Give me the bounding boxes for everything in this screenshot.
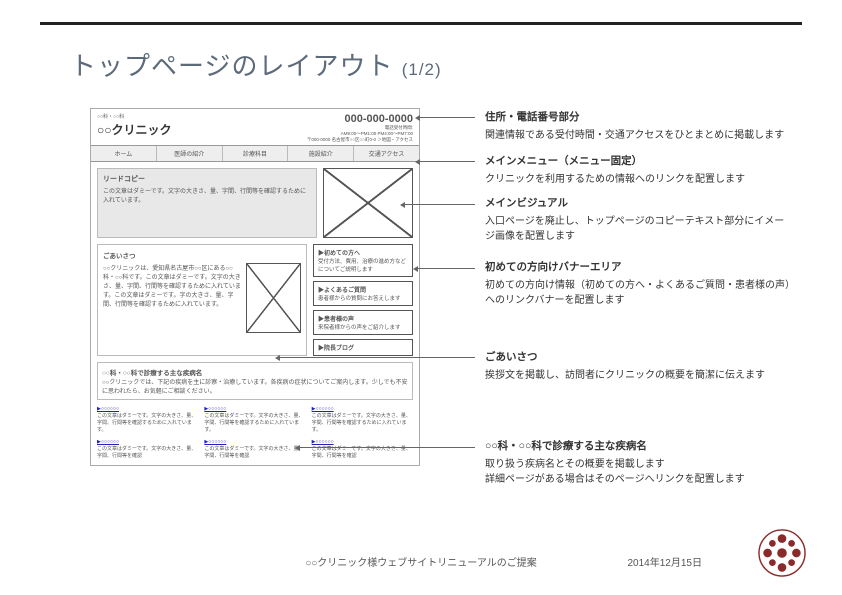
mock-greeting-image-placeholder <box>246 263 301 333</box>
annotation-title: メインメニュー（メニュー固定） <box>485 154 792 170</box>
mock-dept-tag: ○○科・○○科 <box>97 113 172 120</box>
mock-disease-columns-2: ▶○○○○○○この文章はダミーです。文字の大きさ、量、字間、行間等を確認 ▶○○… <box>97 439 413 459</box>
mock-side-blog[interactable]: ▶院長ブログ <box>313 339 413 356</box>
mock-lead-copy: リードコピー <box>103 174 311 184</box>
footer-credit: ○○クリニック様ウェブサイトリニューアルのご提案 <box>0 554 842 569</box>
annotation-block: 初めての方向けバナーエリア初めての方向け情報（初めての方へ・よくあるご質問・患者… <box>485 260 792 308</box>
callout-arrow-icon <box>418 268 475 269</box>
annotation-body: 関連情報である受付時間・交通アクセスをひとまとめに掲載します <box>485 128 792 143</box>
mock-col: ▶○○○○○○この文章はダミーです。文字の大きさ、量、字間、行間等を確認するため… <box>97 406 198 433</box>
mock-col: ▶○○○○○○この文章はダミーです。文字の大きさ、量、字間、行間等を確認 <box>97 439 198 459</box>
slide-title-main: トップページのレイアウト <box>70 51 393 81</box>
annotation-body: クリニックを利用するための情報へのリンクを配置します <box>485 172 792 187</box>
annotation-block: ○○科・○○科で診療する主な疾病名取り扱う疾病名とその概要を掲載します 詳細ペー… <box>485 439 792 487</box>
mock-col: ▶○○○○○○この文章はダミーです。文字の大きさ、量、字間、行間等を確認するため… <box>312 406 413 433</box>
mock-address: 〒000-0000 名古屋市○○区○○町0-0 ＞地図・アクセス <box>307 137 413 143</box>
annotation-title: ○○科・○○科で診療する主な疾病名 <box>485 439 792 455</box>
mock-treatments: ○○科・○○科で診療する主な疾病名 ○○クリニックでは、下記の疾病を主に診察・治… <box>97 362 413 400</box>
annotation-body: 挨拶文を掲載し、訪問者にクリニックの概要を簡潔に伝えます <box>485 368 792 383</box>
slide-title-sub: (1/2) <box>402 60 442 79</box>
callout-arrow-icon <box>405 204 475 205</box>
mock-treat-body: ○○クリニックでは、下記の疾病を主に診察・治療しています。各疾病の症状についてご… <box>102 377 408 395</box>
annotation-body: 初めての方向け情報（初めての方へ・よくあるご質問・患者様の声）へのリンクバナーを… <box>485 278 792 308</box>
mock-greeting: ごあいさつ ○○クリニックは、愛知県名古屋市○○区にある○○科・○○科です。この… <box>97 244 307 356</box>
mock-nav: ホーム 医師の紹介 診療科目 施設紹介 交通アクセス <box>91 145 419 162</box>
mock-nav-item[interactable]: 施設紹介 <box>288 146 354 161</box>
footer-date: 2014年12月15日 <box>628 554 703 569</box>
mock-disease-columns: ▶○○○○○○この文章はダミーです。文字の大きさ、量、字間、行間等を確認するため… <box>97 406 413 433</box>
annotation-block: メインメニュー（メニュー固定） クリニックを利用するための情報へのリンクを配置しま… <box>485 154 792 187</box>
annotation-body: 入口ページを廃止し、トップページのコピーテキスト部分にイメージ画像を配置します <box>485 214 792 244</box>
mock-hero: リードコピー この文章はダミーです。文字の大きさ、量、字間、行間等を確認するため… <box>97 168 413 238</box>
website-wireframe: ○○科・○○科 ○○クリニック 000-000-0000 電話受付時間: AM9… <box>90 108 420 466</box>
callout-arrow-icon <box>280 357 475 358</box>
annotation-title: 住所・電話番号部分 <box>485 110 792 126</box>
mock-nav-item[interactable]: 交通アクセス <box>354 146 419 161</box>
mock-tel-number: 000-000-0000 <box>307 113 413 125</box>
annotation-title: 初めての方向けバナーエリア <box>485 260 792 276</box>
mock-body: リードコピー この文章はダミーです。文字の大きさ、量、字間、行間等を確認するため… <box>91 162 419 465</box>
mock-greeting-title: ごあいさつ <box>103 250 301 260</box>
mock-nav-item[interactable]: 医師の紹介 <box>157 146 223 161</box>
mock-treat-title: ○○科・○○科で診療する主な疾病名 <box>102 367 408 377</box>
mock-side-faq[interactable]: ▶よくあるご質問患者様からの質問にお答えします <box>313 281 413 306</box>
mock-row2: ごあいさつ ○○クリニックは、愛知県名古屋市○○区にある○○科・○○科です。この… <box>97 244 413 356</box>
mock-logo-block: ○○科・○○科 ○○クリニック <box>97 113 172 143</box>
mock-header: ○○科・○○科 ○○クリニック 000-000-0000 電話受付時間: AM9… <box>91 109 419 145</box>
mock-hero-body: この文章はダミーです。文字の大きさ、量、字間、行間等を確認するために入れています… <box>103 186 311 204</box>
annotation-title: ごあいさつ <box>485 350 792 366</box>
mock-col: ▶○○○○○○この文章はダミーです。文字の大きさ、量、字間、行間等を確認 <box>312 439 413 459</box>
mock-greeting-body: ○○クリニックは、愛知県名古屋市○○区にある○○科・○○科です。この文章はダミー… <box>103 263 242 333</box>
mock-col: ▶○○○○○○この文章はダミーです。文字の大きさ、量、字間、行間等を確認 <box>204 439 305 459</box>
annotation-body: 取り扱う疾病名とその概要を掲載します 詳細ページがある場合はそのページへリンクを… <box>485 457 792 487</box>
mock-sidebar: ▶初めての方へ受付方法、費用、治療の進め方などについてご説明します ▶よくあるご… <box>313 244 413 356</box>
mock-hero-text: リードコピー この文章はダミーです。文字の大きさ、量、字間、行間等を確認するため… <box>97 168 317 238</box>
callout-arrow-icon <box>300 447 475 448</box>
mock-side-voices[interactable]: ▶患者様の声来院者様からの声をご紹介します <box>313 310 413 335</box>
slide-top-rule <box>40 22 802 25</box>
mock-clinic-name: ○○クリニック <box>97 121 172 138</box>
slide-title: トップページのレイアウト (1/2) <box>70 46 442 83</box>
mock-nav-item[interactable]: 診療科目 <box>223 146 289 161</box>
mock-nav-item[interactable]: ホーム <box>91 146 157 161</box>
mock-side-first-time[interactable]: ▶初めての方へ受付方法、費用、治療の進め方などについてご説明します <box>313 244 413 277</box>
annotation-block: 住所・電話番号部分関連情報である受付時間・交通アクセスをひとまとめに掲載します <box>485 110 792 143</box>
mock-col: ▶○○○○○○この文章はダミーです。文字の大きさ、量、字間、行間等を確認するため… <box>204 406 305 433</box>
callout-arrow-icon <box>420 161 475 162</box>
annotation-title: メインビジュアル <box>485 196 792 212</box>
callout-arrow-icon <box>420 117 475 118</box>
mock-contact-block: 000-000-0000 電話受付時間: AM9:00〜PM1:00 PM4:0… <box>307 113 413 143</box>
annotation-block: ごあいさつ挨拶文を掲載し、訪問者にクリニックの概要を簡潔に伝えます <box>485 350 792 383</box>
annotation-block: メインビジュアル入口ページを廃止し、トップページのコピーテキスト部分にイメージ画… <box>485 196 792 244</box>
mock-tel-hours: 電話受付時間: AM9:00〜PM1:00 PM4:00〜PM7:00 <box>307 125 413 137</box>
seal-icon <box>758 529 806 577</box>
